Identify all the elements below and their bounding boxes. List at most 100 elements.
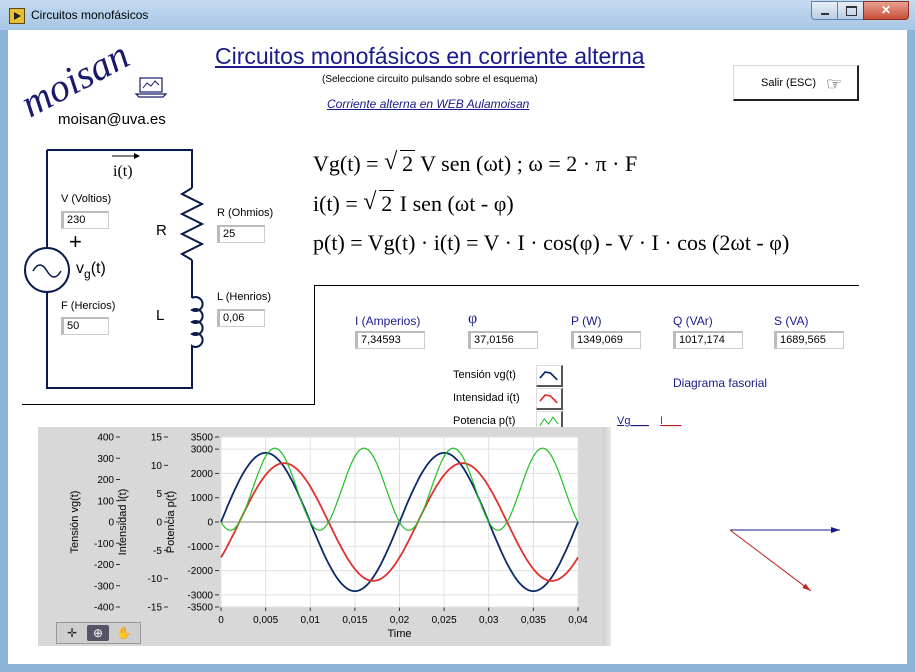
q-result-label: Q (VAr) xyxy=(673,314,713,328)
maximize-button[interactable] xyxy=(837,1,864,20)
r-symbol-label: R xyxy=(156,222,167,239)
voltage-input[interactable]: 230 xyxy=(61,211,109,229)
y-tick-label: -3000 xyxy=(187,590,213,601)
y-axis-label: Tensión vg(t) xyxy=(69,491,81,554)
y-tick-label: 200 xyxy=(97,475,114,486)
y-tick-label: -10 xyxy=(148,574,163,585)
y-tick-label: 3500 xyxy=(191,433,214,444)
phi-result-value: 37,0156 xyxy=(468,331,538,349)
y-tick-label: 0 xyxy=(108,518,114,529)
laptop-icon xyxy=(134,77,168,98)
legend-voltage-label: Tensión vg(t) xyxy=(453,369,516,381)
current-result-label: I (Amperios) xyxy=(355,314,421,328)
x-tick-label: 0,015 xyxy=(342,615,367,626)
y-tick-label: -400 xyxy=(94,603,114,614)
y-tick-label: -15 xyxy=(148,603,163,614)
current-result-value: 7,34593 xyxy=(355,331,425,349)
y-tick-label: -2000 xyxy=(187,566,213,577)
x-tick-label: 0,025 xyxy=(432,615,457,626)
formula-current-rhs: I sen (ωt - φ) xyxy=(399,191,514,216)
zoom-icon[interactable]: ⊕ xyxy=(87,625,109,641)
phasor-voltage-legend: Vg___ xyxy=(617,415,649,427)
inductor-symbol xyxy=(190,296,204,356)
current-phasor xyxy=(729,529,812,592)
x-tick-label: 0,04 xyxy=(568,615,588,626)
legend-voltage-swatch[interactable] xyxy=(536,365,563,387)
voltage-label: V (Voltios) xyxy=(61,193,112,205)
waveform-chart[interactable]: 0 0,005 0,01 0,015 0,02 0,025 0,03 0,035 0,04 400… xyxy=(38,427,605,646)
y-axis-label: Potencia p(t) xyxy=(165,491,177,553)
x-tick-label: 0,035 xyxy=(521,615,546,626)
p-result-label: P (W) xyxy=(571,314,602,328)
source-label: v xyxy=(76,260,84,277)
legend-current-swatch[interactable] xyxy=(536,388,563,410)
l-symbol-label: L xyxy=(156,307,164,324)
app-icon xyxy=(9,8,25,24)
phasor-current-legend: I___ xyxy=(660,415,682,427)
formula-voltage-sqrt: 2 xyxy=(400,150,416,176)
formula-power: p(t) = Vg(t) · i(t) = V · I · cos(φ) - V… xyxy=(313,230,790,255)
divider-horizontal xyxy=(314,285,859,286)
divider-bottom-left xyxy=(22,404,315,405)
y-tick-label: 15 xyxy=(151,433,163,444)
chart-legend: Tensión vg(t) Intensidad i(t) Potencia p… xyxy=(450,365,570,433)
graph-toolbar: ✛ ⊕ ✋ xyxy=(56,622,141,644)
y-tick-label: 10 xyxy=(151,461,163,472)
title-bar: Circuitos monofásicos xyxy=(0,0,915,30)
y-tick-label: -200 xyxy=(94,560,114,571)
pan-hand-icon[interactable]: ✋ xyxy=(113,625,135,641)
email-text: moisan@uva.es xyxy=(58,111,166,128)
formula-current-sqrt: 2 xyxy=(379,190,395,216)
circuit-hint: (Seleccione circuito pulsando sobre el e… xyxy=(322,74,538,85)
y-tick-label: 5 xyxy=(156,489,162,500)
y-tick-label: -1000 xyxy=(187,542,213,553)
y-axis-label: Intensidad i(t) xyxy=(117,489,129,556)
y-tick-label: 100 xyxy=(97,496,114,507)
legend-power-label: Potencia p(t) xyxy=(453,415,516,427)
formula-current: i(t) = 2 I sen (ωt - φ) xyxy=(313,189,514,217)
svg-text:vg(t): vg(t) xyxy=(76,260,106,281)
x-tick-label: 0 xyxy=(218,615,224,626)
phi-result-label: φ xyxy=(468,310,478,327)
source-suffix: (t) xyxy=(91,260,106,277)
phasor-title: Diagrama fasorial xyxy=(673,376,768,390)
resistance-input[interactable]: 25 xyxy=(217,225,265,243)
minimize-button[interactable] xyxy=(811,1,838,20)
s-result-value: 1689,565 xyxy=(774,331,844,349)
inductance-input[interactable]: 0,06 xyxy=(217,309,265,327)
frequency-input[interactable]: 50 xyxy=(61,317,109,335)
legend-current-label: Intensidad i(t) xyxy=(453,392,520,404)
voltage-phasor-head xyxy=(831,527,840,533)
y-tick-label: 3000 xyxy=(191,445,214,456)
source-sub: g xyxy=(84,267,91,281)
x-tick-label: 0,03 xyxy=(479,615,499,626)
formula-current-lhs: i(t) = xyxy=(313,191,358,216)
x-axis-label: Time xyxy=(387,628,411,640)
y-tick-label: 2000 xyxy=(191,469,214,480)
y-tick-label: 400 xyxy=(97,433,114,444)
y-tick-label: 1000 xyxy=(191,493,214,504)
formula-voltage-lhs: Vg(t) = xyxy=(313,151,379,176)
y-tick-label: 0 xyxy=(156,518,162,529)
circuit-diagram[interactable]: i(t) + vg(t) R L xyxy=(18,140,308,410)
resistor-symbol xyxy=(179,187,205,261)
x-tick-label: 0,005 xyxy=(253,615,278,626)
divider-vertical xyxy=(314,285,315,405)
web-link[interactable]: Corriente alterna en WEB Aulamoisan xyxy=(327,97,529,111)
x-tick-label: 0,02 xyxy=(390,615,410,626)
y-tick-label: 300 xyxy=(97,454,114,465)
current-label: i(t) xyxy=(113,163,133,180)
crosshair-icon[interactable]: ✛ xyxy=(61,625,83,641)
formula-voltage: Vg(t) = 2 V sen (ωt) ; ω = 2 · π · F xyxy=(313,149,637,177)
x-tick-label: 0,01 xyxy=(301,615,321,626)
exit-label: Salir (ESC) xyxy=(761,77,817,89)
y-tick-label: -100 xyxy=(94,539,114,550)
close-button[interactable] xyxy=(863,1,909,20)
exit-button[interactable]: Salir (ESC) ☞ xyxy=(733,65,859,101)
pointing-hand-icon: ☞ xyxy=(826,74,843,94)
frequency-label: F (Hercios) xyxy=(61,300,116,312)
phasor-diagram xyxy=(729,527,840,592)
source-plus: + xyxy=(69,229,82,254)
p-result-value: 1349,069 xyxy=(571,331,641,349)
resistance-label: R (Ohmios) xyxy=(217,207,274,219)
